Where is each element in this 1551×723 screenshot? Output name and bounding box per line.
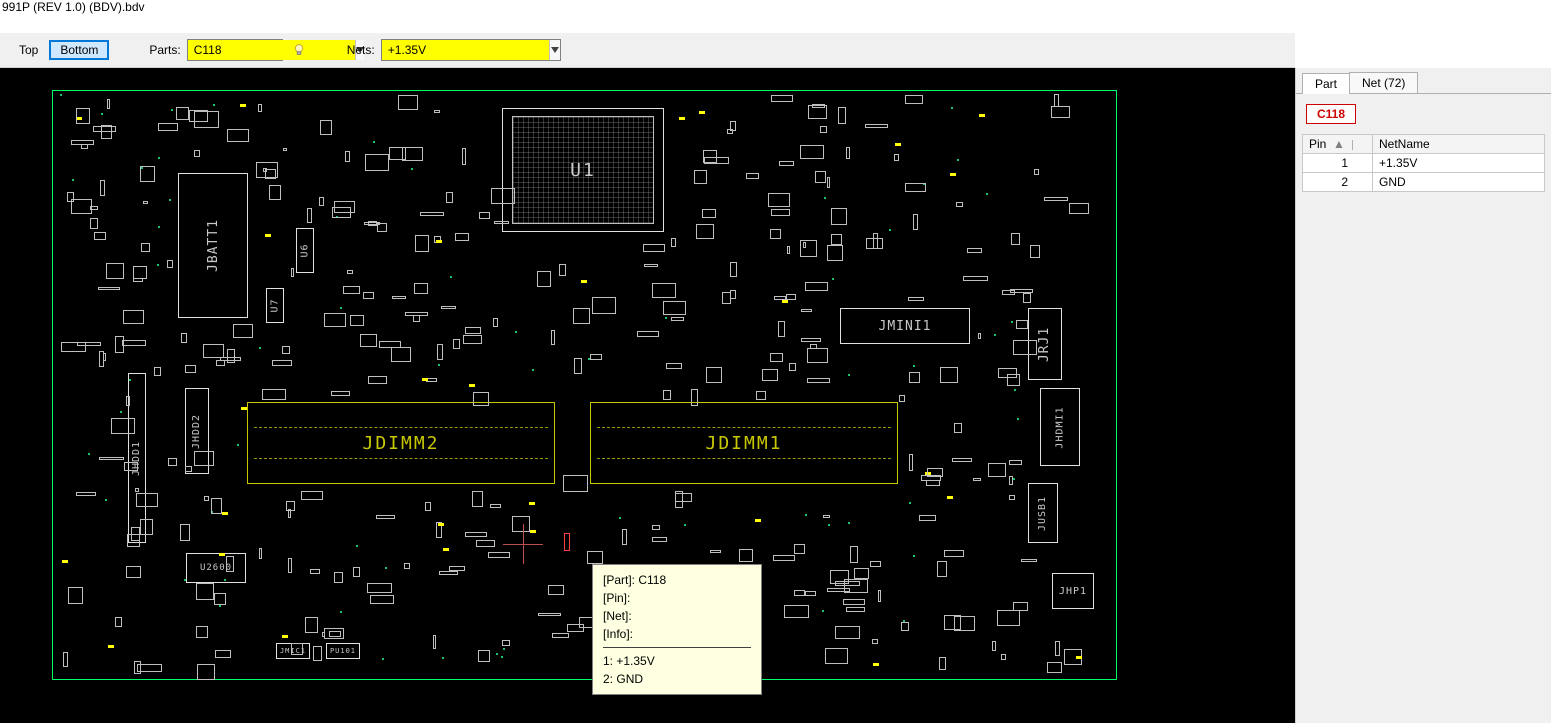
window-title: 991P (REV 1.0) (BDV).bdv <box>0 0 1551 20</box>
tab-part[interactable]: Part <box>1302 73 1350 94</box>
pcb-canvas[interactable]: U1 JBATT1 U6 U7 JHDD1 JHDD2 JDIMM2 JDIMM… <box>0 68 1295 723</box>
side-body: C118 Pin ▲ NetName 1 +1.35V <box>1296 94 1551 723</box>
parts-combobox[interactable] <box>187 39 283 61</box>
table-row[interactable]: 2 GND <box>1303 173 1545 192</box>
cell-net: +1.35V <box>1373 154 1545 173</box>
layer-bottom-button[interactable]: Bottom <box>49 40 109 60</box>
chevron-down-icon[interactable] <box>549 40 560 60</box>
parts-group: Parts: <box>149 39 306 61</box>
cell-pin: 2 <box>1303 173 1373 192</box>
layer-switch: Top Bottom <box>8 40 109 60</box>
col-netname[interactable]: NetName <box>1373 135 1545 154</box>
side-tabs: Part Net (72) <box>1296 68 1551 94</box>
sort-indicator-icon: ▲ <box>1330 137 1345 151</box>
lightbulb-icon[interactable] <box>291 42 307 58</box>
tooltip-pin-label: [Pin]: <box>603 591 630 605</box>
ref-jdimm2: JDIMM2 <box>247 402 555 484</box>
tooltip-pin1-value: +1.35V <box>616 654 654 668</box>
ref-jdimm1: JDIMM1 <box>590 402 898 484</box>
tooltip-part-value: C118 <box>638 573 666 587</box>
part-chip[interactable]: C118 <box>1306 104 1356 124</box>
tab-net[interactable]: Net (72) <box>1349 72 1418 93</box>
parts-input[interactable] <box>188 40 355 60</box>
col-pin[interactable]: Pin ▲ <box>1303 135 1373 154</box>
layer-top-button[interactable]: Top <box>8 40 49 60</box>
ref-u1: U1 <box>512 116 654 224</box>
col-pin-label: Pin <box>1309 137 1326 151</box>
col-netname-label: NetName <box>1379 137 1430 151</box>
nets-group: Nets: <box>347 39 561 61</box>
tooltip-pin2-value: GND <box>616 672 643 686</box>
cell-pin: 1 <box>1303 154 1373 173</box>
nets-input[interactable] <box>382 40 549 60</box>
tooltip-part-label: [Part]: <box>603 573 635 587</box>
ref-u1-label: U1 <box>570 160 596 181</box>
ref-jdimm2-label: JDIMM2 <box>362 433 439 454</box>
cell-net: GND <box>1373 173 1545 192</box>
tooltip-net-label: [Net]: <box>603 609 632 623</box>
part-tooltip: [Part]: C118 [Pin]: [Net]: [Info]: 1: +1… <box>592 564 762 695</box>
selected-part-marker <box>564 533 570 551</box>
pin-table: Pin ▲ NetName 1 +1.35V 2 GND <box>1302 134 1545 192</box>
ref-jdimm1-label: JDIMM1 <box>705 433 782 454</box>
toolbar: Top Bottom Parts: Nets: <box>0 33 1295 68</box>
tooltip-pin1-label: 1: <box>603 654 613 668</box>
parts-label: Parts: <box>149 43 180 57</box>
tooltip-info-label: [Info]: <box>603 627 633 641</box>
side-panel: Part Net (72) C118 Pin ▲ NetName <box>1295 68 1551 723</box>
table-row[interactable]: 1 +1.35V <box>1303 154 1545 173</box>
nets-combobox[interactable] <box>381 39 561 61</box>
nets-label: Nets: <box>347 43 375 57</box>
tooltip-pin2-label: 2: <box>603 672 613 686</box>
